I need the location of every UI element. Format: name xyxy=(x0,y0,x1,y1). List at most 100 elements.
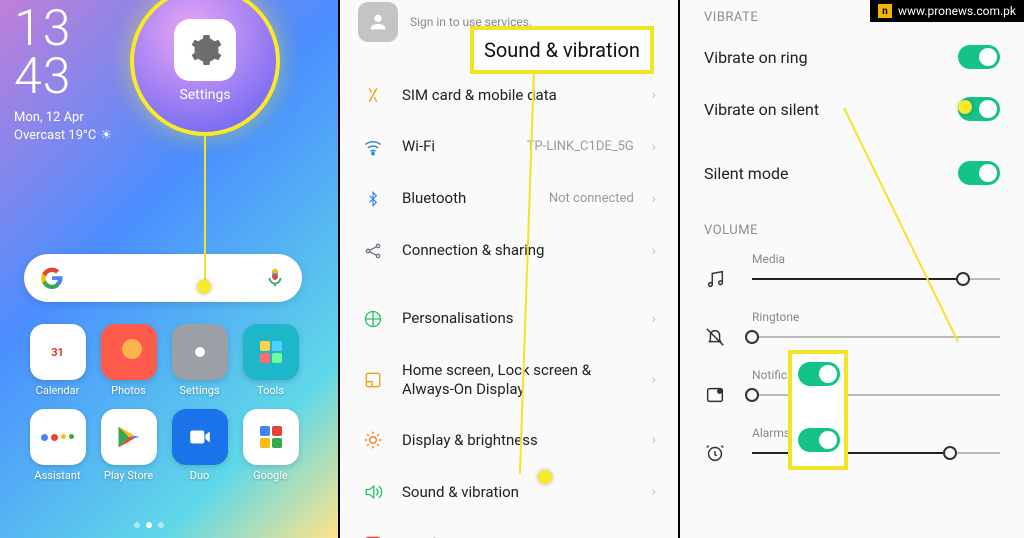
slider-track[interactable] xyxy=(752,326,1000,348)
app-google[interactable]: Google xyxy=(239,409,302,482)
app-icon xyxy=(101,409,157,465)
settings-item-personalisations[interactable]: Personalisations › xyxy=(340,293,678,345)
settings-item-label: Home screen, Lock screen & Always-On Dis… xyxy=(402,361,634,399)
app-icon: 31 xyxy=(30,324,86,380)
bell-off-icon xyxy=(704,326,734,348)
slider-ringtone: Ringtone xyxy=(680,302,1024,360)
slider-alarms: Alarms xyxy=(680,418,1024,476)
sound-vibration-panel: VIBRATE Vibrate on ringVibrate on silent… xyxy=(680,0,1024,538)
google-search-bar[interactable] xyxy=(24,254,302,302)
sound-icon xyxy=(362,482,384,502)
sim-icon xyxy=(362,86,384,104)
clock-minutes: 43 xyxy=(14,48,71,106)
sun-icon: ☀ xyxy=(100,128,112,143)
settings-item-label: Connection & sharing xyxy=(402,241,634,260)
demo-toggle-1 xyxy=(798,362,840,386)
watermark-icon: n xyxy=(878,4,892,18)
person-icon xyxy=(362,309,384,329)
watermark: n www.pronews.com.pk xyxy=(870,0,1024,22)
app-calendar[interactable]: 31 Calendar xyxy=(26,324,89,397)
app-play-store[interactable]: Play Store xyxy=(97,409,160,482)
settings-item-label: Bluetooth xyxy=(402,189,531,208)
settings-item-home-screen-lock-screen-always-on-display[interactable]: Home screen, Lock screen & Always-On Dis… xyxy=(340,345,678,415)
app-label: Calendar xyxy=(36,384,80,397)
mic-icon[interactable] xyxy=(264,267,286,289)
slider-media: Media xyxy=(680,244,1024,302)
demo-toggle-2 xyxy=(798,428,840,452)
app-settings[interactable]: Settings xyxy=(168,324,231,397)
app-icon xyxy=(101,324,157,380)
settings-item-bluetooth[interactable]: Bluetooth Not connected › xyxy=(340,173,678,225)
toggle-label: Silent mode xyxy=(704,164,788,183)
app-icon xyxy=(172,409,228,465)
toggle-switch[interactable] xyxy=(958,161,1000,185)
settings-item-wi-fi[interactable]: Wi-Fi TP-LINK_C1DE_5G › xyxy=(340,121,678,173)
page-indicator xyxy=(0,522,298,528)
chevron-right-icon: › xyxy=(652,484,656,500)
sound-vibration-callout: Sound & vibration xyxy=(470,26,654,74)
chevron-right-icon: › xyxy=(652,432,656,448)
toggle-label: Vibrate on ring xyxy=(704,48,808,67)
toggle-label: Vibrate on silent xyxy=(704,100,819,119)
app-label: Assistant xyxy=(34,469,80,482)
app-photos[interactable]: Photos xyxy=(97,324,160,397)
settings-item-label: SIM card & mobile data xyxy=(402,86,634,105)
toggle-vibrate-on-ring[interactable]: Vibrate on ring xyxy=(680,31,1024,83)
clock-display: 13 43 xyxy=(14,6,71,101)
app-label: Duo xyxy=(190,469,210,482)
bt-icon xyxy=(362,189,384,209)
app-tools[interactable]: Tools xyxy=(239,324,302,397)
section-volume: VOLUME xyxy=(680,199,1024,244)
avatar-icon xyxy=(358,2,398,42)
settings-item-label: Sound & vibration xyxy=(402,483,634,502)
notif-icon xyxy=(704,384,734,406)
chevron-right-icon: › xyxy=(652,311,656,327)
google-g-icon xyxy=(40,266,64,290)
gear-icon xyxy=(174,19,236,81)
chevron-right-icon: › xyxy=(652,372,656,388)
toggle-switch[interactable] xyxy=(958,45,1000,69)
home-screen-panel: 13 43 Mon, 12 Apr Overcast 19°C ☀ Settin… xyxy=(0,0,340,538)
app-icon xyxy=(243,324,299,380)
app-label: Google xyxy=(253,469,288,482)
app-label: Photos xyxy=(111,384,146,397)
app-duo[interactable]: Duo xyxy=(168,409,231,482)
slider-label: Ringtone xyxy=(752,310,1000,324)
app-assistant[interactable]: Assistant xyxy=(26,409,89,482)
settings-item-sound-vibration[interactable]: Sound & vibration › xyxy=(340,466,678,518)
chevron-right-icon: › xyxy=(652,243,656,259)
wifi-icon xyxy=(362,137,384,157)
slider-notification: Notification xyxy=(680,360,1024,418)
settings-item-value: Not connected xyxy=(549,191,634,206)
toggle-silent-mode[interactable]: Silent mode xyxy=(680,135,1024,199)
share-icon xyxy=(362,241,384,261)
alarm-icon xyxy=(704,442,734,464)
app-icon xyxy=(243,409,299,465)
settings-highlight-label: Settings xyxy=(179,87,230,103)
settings-item-notification-status-bar[interactable]: Notification & status bar› xyxy=(340,518,678,538)
settings-item-label: Wi-Fi xyxy=(402,137,509,156)
chevron-right-icon: › xyxy=(652,191,656,207)
slider-label: Media xyxy=(752,252,1000,266)
app-label: Tools xyxy=(257,384,284,397)
app-icon xyxy=(30,409,86,465)
weather-display: Overcast 19°C ☀ xyxy=(14,128,112,143)
music-icon xyxy=(704,268,734,290)
chevron-right-icon: › xyxy=(652,87,656,103)
settings-item-sim-card-mobile-data[interactable]: SIM card & mobile data › xyxy=(340,70,678,121)
app-label: Play Store xyxy=(104,469,153,482)
settings-item-label: Personalisations xyxy=(402,309,634,328)
chevron-right-icon: › xyxy=(652,139,656,155)
notif-icon xyxy=(362,534,384,538)
slider-track[interactable] xyxy=(752,268,1000,290)
settings-item-value: TP-LINK_C1DE_5G xyxy=(527,139,634,154)
settings-item-connection-sharing[interactable]: Connection & sharing › xyxy=(340,225,678,277)
home-icon xyxy=(362,370,384,390)
bright-icon xyxy=(362,430,384,450)
app-label: Settings xyxy=(179,384,219,397)
app-icon xyxy=(172,324,228,380)
date-display: Mon, 12 Apr xyxy=(14,110,84,125)
settings-item-display-brightness[interactable]: Display & brightness› xyxy=(340,414,678,466)
watermark-text: www.pronews.com.pk xyxy=(898,4,1016,18)
settings-highlight-circle[interactable]: Settings xyxy=(130,0,280,136)
